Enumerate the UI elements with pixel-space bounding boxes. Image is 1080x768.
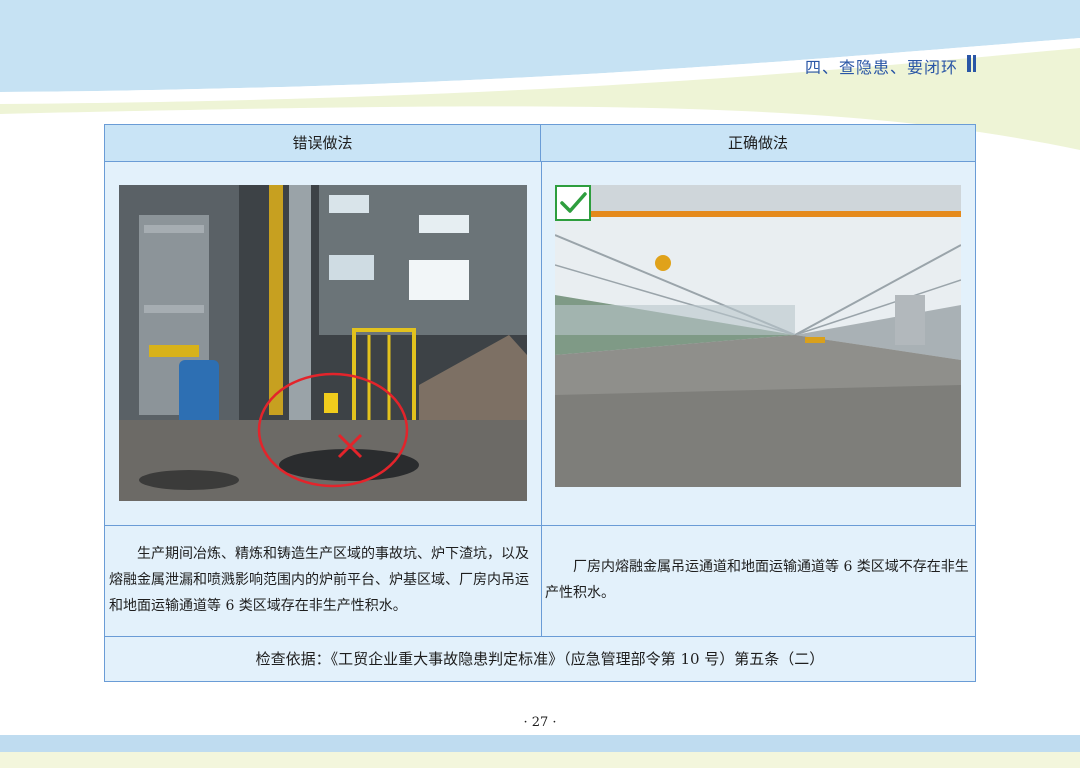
row-divider — [105, 525, 975, 526]
wrong-practice-description: 生产期间冶炼、精炼和铸造生产区域的事故坑、炉下渣坑，以及熔融金属泄漏和喷溅影响范… — [109, 546, 529, 614]
column-header-right: 正确做法 — [541, 125, 975, 162]
footer-band-light — [0, 752, 1080, 768]
column-divider — [541, 162, 542, 636]
inspection-basis: 检查依据：《工贸企业重大事故隐患判定标准》（应急管理部令第 10 号）第五条（二… — [255, 650, 825, 668]
comparison-table: 错误做法 正确做法 生产期间冶炼、精炼和铸造生产区域的事故坑、炉下渣坑，以及熔融… — [104, 124, 976, 682]
page-number: · 27 · — [523, 715, 557, 730]
checkmark-icon — [555, 185, 591, 221]
wrong-practice-photo — [119, 185, 527, 501]
footer-band — [0, 735, 1080, 752]
section-title: 四、查隐患、要闭环 — [804, 58, 958, 77]
column-header-wrong: 错误做法 — [105, 125, 541, 162]
section-marker — [967, 55, 971, 72]
section-marker-2 — [973, 55, 976, 72]
correct-practice-photo — [555, 185, 961, 487]
correct-practice-description: 厂房内熔融金属吊运通道和地面运输通道等 6 类区域不存在非生产性积水。 — [545, 559, 969, 601]
